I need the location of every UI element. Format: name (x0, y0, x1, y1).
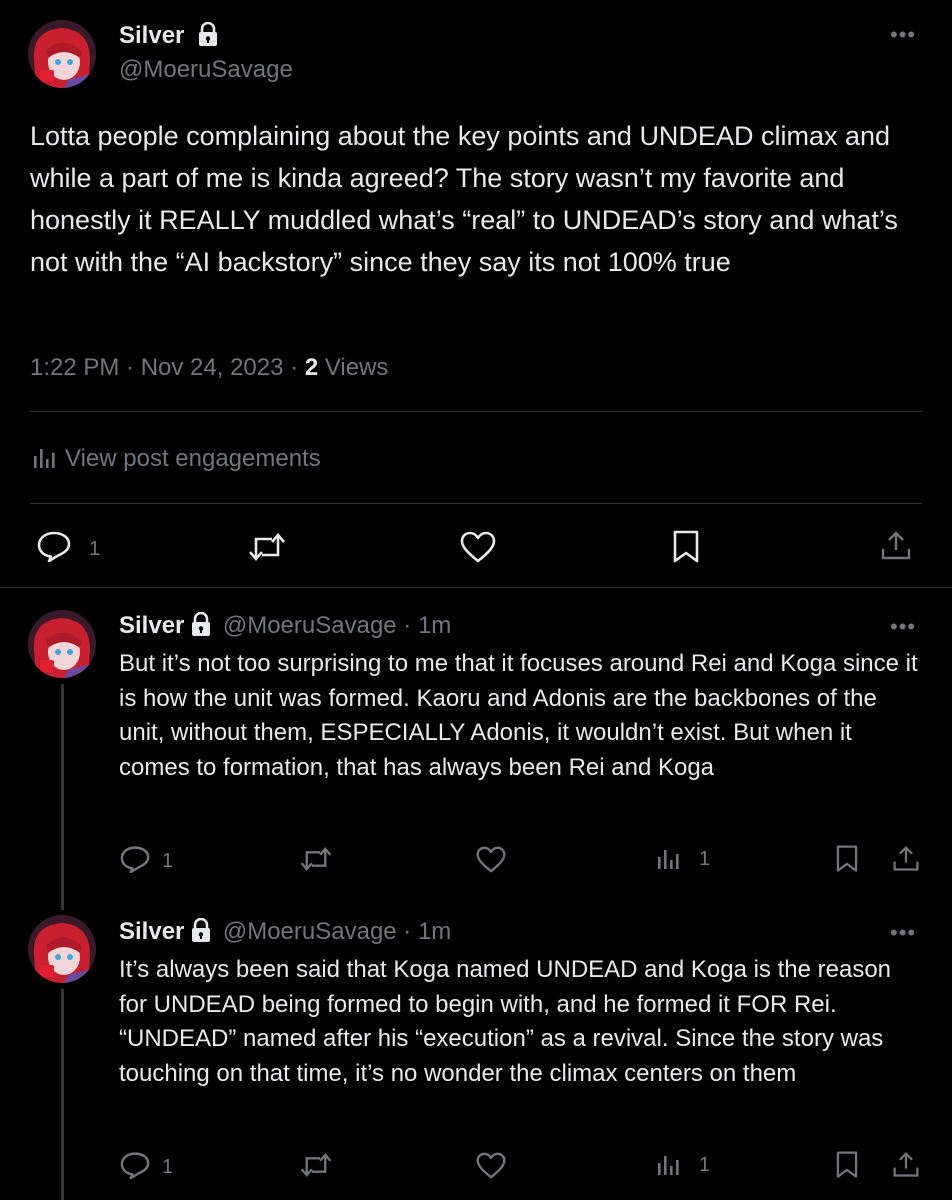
share-icon (893, 846, 919, 871)
divider (30, 503, 922, 504)
reply-text: It’s always been said that Koga named UN… (119, 956, 892, 1087)
author-handle[interactable]: @MoeruSavage · 1m (223, 612, 451, 639)
views-button[interactable]: 1 (657, 846, 710, 875)
thread-line (61, 989, 64, 1200)
reply-text: But it’s not too surprising to me that i… (119, 650, 918, 781)
repost-icon (249, 533, 285, 561)
share-button[interactable] (880, 530, 912, 567)
post-meta: 1:22 PM · Nov 24, 2023 · 2 Views (30, 354, 388, 382)
thread-line (61, 684, 64, 910)
like-button[interactable] (476, 1152, 506, 1184)
reply-count: 1 (162, 850, 174, 872)
reply-count: 1 (162, 1156, 174, 1178)
bookmark-button[interactable] (672, 530, 700, 569)
like-icon (460, 531, 496, 563)
repost-button[interactable] (300, 846, 332, 877)
more-options-icon[interactable]: ••• (890, 920, 916, 946)
repost-icon (300, 847, 332, 871)
share-icon (893, 1152, 919, 1177)
divider (30, 411, 922, 412)
author-name-text[interactable]: Silver (119, 22, 184, 49)
view-engagements-link[interactable]: View post engagements (33, 445, 321, 476)
reply-icon (37, 531, 71, 563)
bookmark-button[interactable] (835, 845, 859, 878)
reply-button[interactable]: 1 (120, 1151, 173, 1184)
divider (0, 587, 952, 588)
repost-button[interactable] (300, 1152, 332, 1183)
like-icon (476, 846, 506, 873)
views-label: Views (318, 354, 389, 381)
reply-count: 1 (89, 538, 101, 560)
bookmark-icon (836, 1151, 858, 1178)
repost-button[interactable] (248, 532, 286, 567)
reply-icon (120, 846, 150, 874)
views-button[interactable]: 1 (657, 1152, 710, 1181)
analytics-icon (658, 1156, 679, 1175)
views-count: 1 (699, 1154, 711, 1176)
author-name[interactable]: Silver (119, 21, 219, 53)
lock-icon (190, 917, 212, 947)
share-button[interactable] (892, 845, 920, 878)
views-count: 2 (304, 354, 319, 381)
avatar[interactable] (28, 20, 96, 88)
more-options-icon[interactable]: ••• (890, 614, 916, 640)
like-button[interactable] (460, 531, 496, 568)
like-icon (476, 1152, 506, 1179)
author-name[interactable]: Silver (119, 918, 184, 945)
reply-button[interactable]: 1 (120, 845, 173, 878)
analytics-icon (33, 445, 57, 476)
post-text: Lotta people complaining about the key p… (30, 121, 898, 277)
bookmark-icon (673, 530, 699, 563)
post-timestamp[interactable]: 1:22 PM · Nov 24, 2023 · (30, 354, 305, 381)
analytics-icon (658, 850, 679, 869)
bookmark-icon (836, 845, 858, 872)
like-button[interactable] (476, 846, 506, 878)
reply-button[interactable]: 1 (37, 530, 100, 567)
lock-icon (197, 21, 219, 53)
more-options-icon[interactable]: ••• (890, 22, 916, 48)
share-icon (881, 531, 911, 560)
bookmark-button[interactable] (835, 1151, 859, 1184)
author-handle[interactable]: @MoeruSavage (119, 56, 293, 84)
author-name[interactable]: Silver (119, 612, 184, 639)
engagements-label[interactable]: View post engagements (65, 445, 321, 472)
lock-icon (190, 611, 212, 641)
share-button[interactable] (892, 1151, 920, 1184)
views-count: 1 (699, 848, 711, 870)
reply-header: Silver @MoeruSavage · 1m (119, 611, 451, 641)
avatar[interactable] (28, 610, 96, 678)
avatar[interactable] (28, 915, 96, 983)
repost-icon (300, 1153, 332, 1177)
reply-icon (120, 1152, 150, 1180)
author-handle[interactable]: @MoeruSavage · 1m (223, 918, 451, 945)
reply-header: Silver @MoeruSavage · 1m (119, 917, 451, 947)
